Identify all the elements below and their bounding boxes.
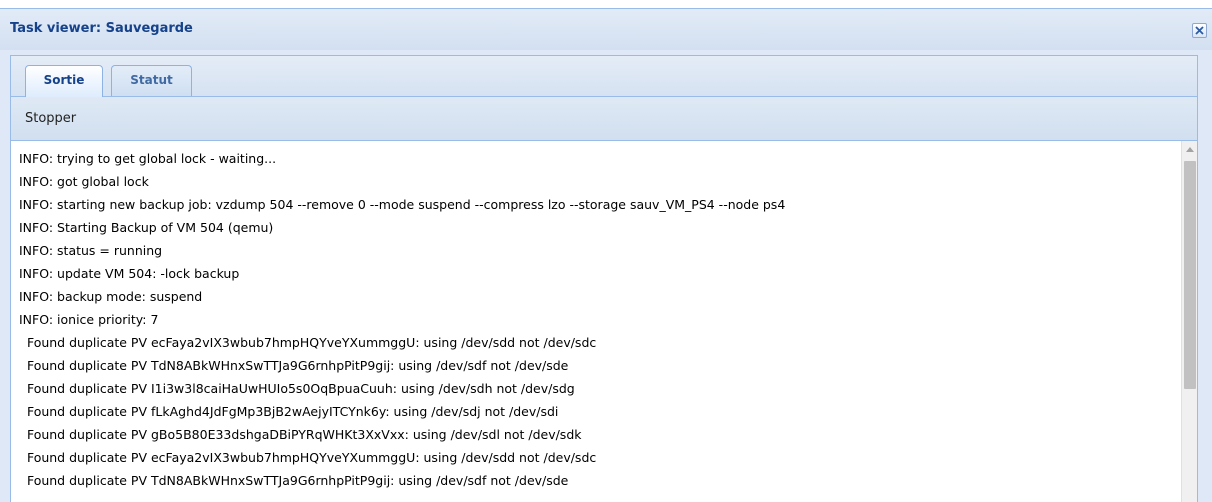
tab-panel: Sortie Statut Stopper INFO: trying to ge… [10, 55, 1198, 502]
log-line: Found duplicate PV I1i3w3l8caiHaUwHUIo5s… [19, 381, 575, 396]
close-icon [1195, 26, 1204, 35]
log-line: INFO: update VM 504: -lock backup [19, 266, 240, 281]
task-viewer-window: Task viewer: Sauvegarde Sortie Statut St… [0, 8, 1212, 502]
log-line: INFO: got global lock [19, 174, 149, 189]
scroll-thumb[interactable] [1184, 161, 1196, 389]
log-line: INFO: trying to get global lock - waitin… [19, 151, 277, 166]
window-title: Task viewer: Sauvegarde [10, 21, 193, 36]
log-line: INFO: status = running [19, 243, 163, 258]
close-button[interactable] [1192, 23, 1207, 38]
tab-strip: Sortie Statut [11, 56, 1197, 97]
log-line: INFO: Starting Backup of VM 504 (qemu) [19, 220, 274, 235]
tab-sortie[interactable]: Sortie [25, 65, 103, 97]
scroll-up-button[interactable] [1182, 141, 1197, 158]
window-titlebar[interactable]: Task viewer: Sauvegarde [0, 9, 1212, 50]
log-line: INFO: starting new backup job: vzdump 50… [19, 197, 786, 212]
vertical-scrollbar[interactable] [1181, 141, 1197, 502]
log-line: Found duplicate PV TdN8ABkWHnxSwTTJa9G6r… [19, 358, 569, 373]
log-line: Found duplicate PV gBo5B80E33dshgaDBiPYR… [19, 427, 582, 442]
log-output[interactable]: INFO: trying to get global lock - waitin… [11, 141, 1181, 502]
tab-statut[interactable]: Statut [111, 65, 192, 96]
stop-button[interactable]: Stopper [19, 107, 82, 131]
log-line: Found duplicate PV ecFaya2vIX3wbub7hmpHQ… [19, 450, 597, 465]
log-line: INFO: backup mode: suspend [19, 289, 203, 304]
arrow-up-icon [1186, 147, 1194, 152]
log-line: Found duplicate PV fLkAghd4JdFgMp3BjB2wA… [19, 404, 559, 419]
log-line: INFO: ionice priority: 7 [19, 312, 159, 327]
toolbar: Stopper [11, 97, 1197, 141]
log-line: Found duplicate PV TdN8ABkWHnxSwTTJa9G6r… [19, 473, 569, 488]
log-line: Found duplicate PV ecFaya2vIX3wbub7hmpHQ… [19, 335, 597, 350]
